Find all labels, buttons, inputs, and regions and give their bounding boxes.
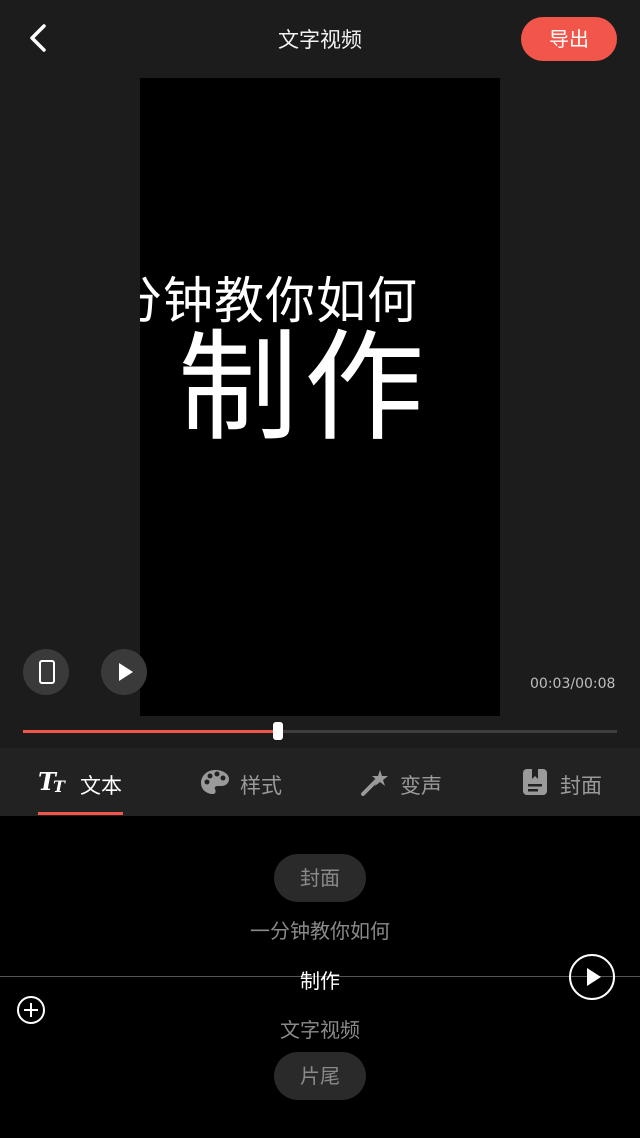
segment-list: 封面 一分钟教你如何 制作 文字视频 片尾 — [0, 816, 640, 1138]
text-format-icon: T T — [38, 767, 68, 796]
video-caption-line2: 制作 — [178, 319, 430, 458]
time-readout: 00:03/00:08 — [530, 676, 616, 692]
progress-handle[interactable] — [273, 722, 284, 740]
phone-icon — [39, 660, 55, 684]
play-icon — [119, 663, 133, 681]
preview-play-button[interactable] — [101, 649, 147, 695]
segment-play-button[interactable] — [569, 954, 615, 1000]
active-tab-indicator — [38, 812, 123, 815]
export-button[interactable]: 导出 — [521, 17, 617, 61]
preview-area: 分钟教你如何 制作 00:03/00:08 — [0, 78, 640, 748]
tab-text-label: 文本 — [80, 774, 122, 798]
play-icon — [587, 968, 601, 986]
tab-cover[interactable]: 封面 — [521, 748, 611, 816]
segment-item-current[interactable]: 制作 — [0, 965, 640, 994]
aspect-ratio-button[interactable] — [23, 649, 69, 695]
cover-icon — [521, 768, 551, 796]
progress-bar[interactable] — [23, 722, 617, 740]
tab-style-label: 样式 — [240, 774, 282, 798]
svg-text:T: T — [53, 777, 66, 796]
tab-bar: T T 文本 样式 变声 封面 — [0, 748, 640, 816]
top-bar: 文字视频 导出 — [0, 0, 640, 78]
tab-style[interactable]: 样式 — [200, 748, 290, 816]
progress-fill — [23, 730, 279, 733]
segment-item[interactable]: 文字视频 — [0, 1014, 640, 1043]
tab-voice-change-label: 变声 — [400, 774, 442, 798]
tab-text[interactable]: T T 文本 — [38, 748, 128, 816]
segment-item[interactable]: 一分钟教你如何 — [0, 915, 640, 944]
ending-segment-pill[interactable]: 片尾 — [274, 1052, 366, 1100]
tab-cover-label: 封面 — [560, 774, 602, 798]
cover-segment-pill[interactable]: 封面 — [274, 854, 366, 902]
palette-icon — [200, 768, 230, 796]
video-preview[interactable]: 分钟教你如何 制作 — [140, 78, 500, 716]
tab-voice-change[interactable]: 变声 — [360, 748, 450, 816]
magic-wand-icon — [360, 768, 390, 796]
